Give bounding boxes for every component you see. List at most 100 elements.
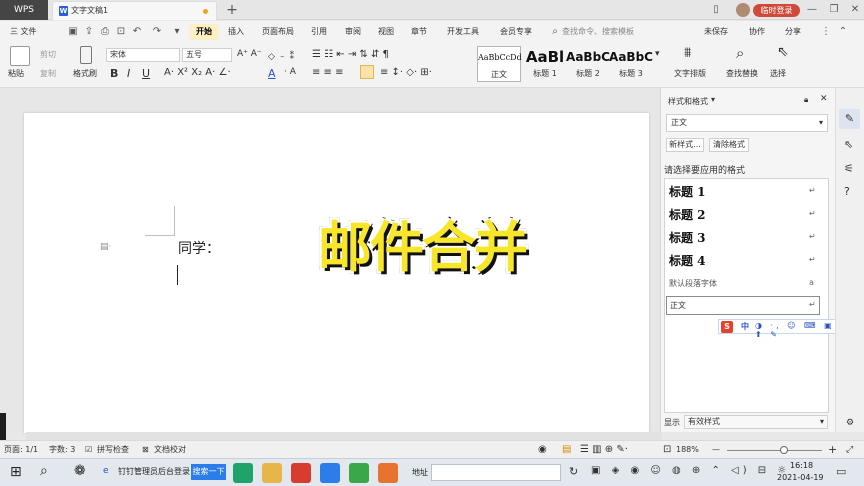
tab-member[interactable]: 会员专享 bbox=[500, 21, 532, 43]
style-heading-3[interactable]: AaBbC 标题 3 bbox=[609, 46, 653, 82]
style-heading-1[interactable]: AaBl 标题 1 bbox=[523, 46, 567, 82]
tab-chapter[interactable]: 章节 bbox=[411, 21, 427, 43]
style-item-heading-1[interactable]: 标题 1 bbox=[669, 183, 706, 200]
maximize-icon[interactable]: ❐ bbox=[827, 3, 841, 17]
find-replace-icon[interactable]: ⌕ bbox=[736, 44, 744, 62]
lock-icon[interactable]: 🔒︎ bbox=[804, 95, 808, 105]
search-web-button[interactable]: 搜索一下 bbox=[191, 464, 226, 480]
file-explorer-icon[interactable] bbox=[262, 463, 282, 483]
print-icon[interactable]: ⎙ bbox=[98, 25, 112, 39]
clear-format-button[interactable]: 清除格式 bbox=[709, 138, 749, 152]
style-pen-icon[interactable]: ✎ bbox=[839, 109, 860, 129]
style-gallery-more-icon[interactable]: ▾ bbox=[655, 49, 660, 59]
tab-insert[interactable]: 插入 bbox=[228, 21, 244, 43]
eye-protect-icon[interactable]: ◉ bbox=[538, 441, 547, 459]
font-size-select[interactable]: 五号 bbox=[182, 48, 232, 62]
tab-developer[interactable]: 开发工具 bbox=[447, 21, 479, 43]
zoom-slider-knob[interactable] bbox=[780, 446, 788, 454]
ime-tools-icon[interactable]: ◑ ·, ☺ ⌨ ▣ ⬆ ✎ bbox=[755, 321, 841, 339]
format-painter-button[interactable]: 格式刷 bbox=[73, 68, 97, 79]
justify-icon[interactable] bbox=[360, 65, 374, 79]
collaborate-button[interactable]: 协作 bbox=[749, 21, 765, 43]
tab-view[interactable]: 视图 bbox=[378, 21, 394, 43]
tab-page-layout[interactable]: 页面布局 bbox=[262, 21, 294, 43]
file-menu[interactable]: 三 文件 bbox=[10, 21, 37, 43]
text-layout-button[interactable]: 文字排版 bbox=[674, 68, 706, 79]
customize-icon[interactable]: ▾ bbox=[170, 25, 184, 39]
more-icon[interactable]: ⋮ bbox=[819, 25, 833, 39]
line-spacing-icon[interactable]: ≡ ↕· ◇· ⊞· bbox=[380, 67, 432, 78]
proof-button[interactable]: 文档校对 bbox=[154, 441, 186, 459]
style-item-heading-3[interactable]: 标题 3 bbox=[669, 229, 706, 246]
copy-button[interactable]: 复制 bbox=[40, 68, 56, 79]
settings-gear-icon[interactable]: ⚙ bbox=[846, 418, 854, 428]
task-view-icon[interactable]: ❁ bbox=[74, 463, 86, 479]
char-border-icon[interactable]: · A bbox=[284, 67, 296, 77]
left-scrollbar-thumb[interactable] bbox=[0, 413, 6, 443]
sidebar-toggle-icon[interactable]: ▯ bbox=[709, 3, 723, 17]
page-view-icon[interactable]: ▤ bbox=[562, 441, 571, 459]
panel-close-icon[interactable]: ✕ bbox=[820, 94, 828, 104]
find-replace-button[interactable]: 查找替换 bbox=[726, 68, 758, 79]
font-name-select[interactable]: 宋体 bbox=[106, 48, 180, 62]
share-button[interactable]: 分享 bbox=[785, 21, 801, 43]
select-cursor-icon[interactable]: ⇖ bbox=[777, 44, 789, 60]
clear-format-icon[interactable]: ◇ ﹣ ⁑ bbox=[268, 49, 294, 62]
font-color-icon[interactable]: A bbox=[268, 67, 276, 80]
document-text[interactable]: 同学： bbox=[178, 238, 220, 258]
text-effect-icon[interactable]: A· X² X₂ A· ∠· bbox=[164, 67, 231, 78]
zoom-fit-icon[interactable]: ⊡ bbox=[663, 441, 671, 459]
wps-home-tab[interactable]: WPS bbox=[0, 0, 48, 20]
paste-button[interactable]: 粘贴 bbox=[8, 68, 24, 79]
notification-icon[interactable]: ▭ bbox=[836, 465, 846, 478]
save-icon[interactable]: ▣ bbox=[66, 25, 80, 39]
style-item-normal-selected[interactable]: 正文 bbox=[666, 296, 820, 315]
undo-icon[interactable]: ↶ bbox=[130, 25, 144, 39]
text-layout-icon[interactable]: ⩩ bbox=[684, 45, 691, 61]
redo-icon[interactable]: ↷ bbox=[150, 25, 164, 39]
outline-view-icon[interactable]: ☰ ▥ ⊕ ✎· bbox=[580, 441, 628, 459]
camtasia-orange-icon[interactable] bbox=[378, 463, 398, 483]
new-style-button[interactable]: 新样式... bbox=[666, 138, 704, 152]
zoom-level[interactable]: 188% bbox=[676, 441, 699, 459]
panel-menu-icon[interactable]: ▾ bbox=[711, 95, 715, 104]
clock-time[interactable]: 16:18 bbox=[790, 461, 813, 470]
cut-button[interactable]: 剪切 bbox=[40, 49, 56, 60]
new-tab-button[interactable]: + bbox=[223, 1, 241, 19]
paste-icon[interactable] bbox=[10, 46, 30, 66]
tab-reference[interactable]: 引用 bbox=[311, 21, 327, 43]
collapse-ribbon-icon[interactable]: ⌃ bbox=[836, 25, 850, 39]
refresh-icon[interactable]: ↻ bbox=[569, 465, 578, 478]
command-search-input[interactable]: 查找命令、搜索模板 bbox=[562, 21, 634, 43]
address-input[interactable] bbox=[431, 464, 561, 481]
bullets-icon[interactable]: ☰ ☷ ⇤ ⇥ ⇅ ⇵ ¶ bbox=[312, 49, 389, 60]
zoom-out-icon[interactable]: — bbox=[712, 441, 720, 459]
zoom-slider-track[interactable] bbox=[727, 450, 822, 451]
print-preview-icon[interactable]: ⊡ bbox=[114, 25, 128, 39]
zoom-in-icon[interactable]: + bbox=[828, 441, 837, 459]
tab-review[interactable]: 审阅 bbox=[345, 21, 361, 43]
style-normal[interactable]: AaBbCcDd 正文 bbox=[477, 46, 522, 82]
horizontal-scrollbar[interactable] bbox=[26, 432, 662, 440]
current-style-field[interactable]: 正文 ▾ bbox=[666, 114, 828, 132]
search-icon[interactable]: ⌕ bbox=[40, 463, 48, 479]
style-heading-2[interactable]: AaBbC 标题 2 bbox=[566, 46, 610, 82]
export-icon[interactable]: ⇪ bbox=[82, 25, 96, 39]
minimize-icon[interactable]: — bbox=[805, 3, 819, 17]
adjust-icon[interactable]: ⚟ bbox=[844, 162, 854, 175]
camtasia-green-icon[interactable] bbox=[349, 463, 369, 483]
format-painter-icon[interactable] bbox=[80, 46, 92, 64]
italic-icon[interactable]: I bbox=[127, 67, 130, 80]
grow-font-icon[interactable]: A⁺ A⁻ bbox=[237, 49, 262, 59]
show-filter-select[interactable]: 有效样式 ▾ bbox=[684, 415, 828, 429]
spell-check-button[interactable]: 拼写检查 bbox=[97, 441, 129, 459]
select-pointer-icon[interactable]: ⇖ bbox=[844, 138, 853, 151]
wps-app-icon[interactable] bbox=[291, 463, 311, 483]
ime-toolbar[interactable]: S 中 ◑ ·, ☺ ⌨ ▣ ⬆ ✎ bbox=[718, 319, 842, 339]
edge-app-icon[interactable] bbox=[233, 463, 253, 483]
document-tab[interactable]: W 文字文稿1 bbox=[52, 1, 217, 20]
spell-check-icon[interactable]: ☑ bbox=[85, 441, 92, 459]
video-app-icon[interactable] bbox=[320, 463, 340, 483]
style-item-heading-4[interactable]: 标题 4 bbox=[669, 252, 706, 269]
fullscreen-icon[interactable]: ⤢ bbox=[846, 441, 853, 459]
